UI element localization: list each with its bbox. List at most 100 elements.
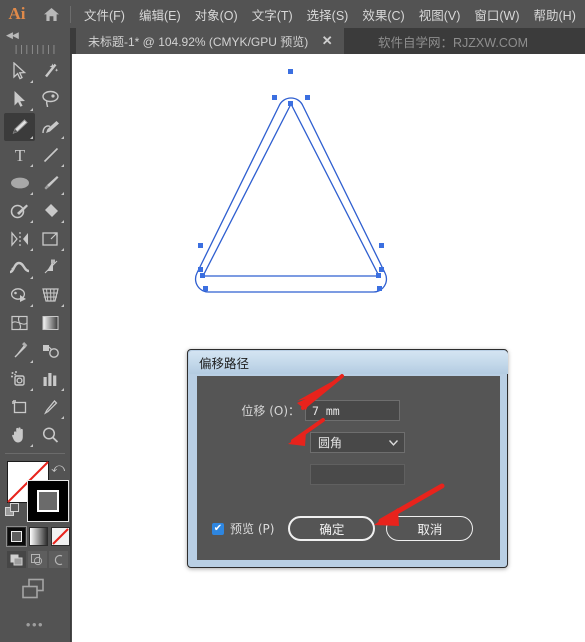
flyout-indicator-icon: [30, 164, 33, 167]
tool-artboard[interactable]: [4, 393, 35, 421]
menu-item-type[interactable]: 文字(T): [245, 0, 300, 28]
dialog-actions: ✔ 预览 (P) 确定 取消: [197, 516, 500, 541]
stroke-swatch[interactable]: [27, 480, 69, 522]
tool-reflect[interactable]: [4, 225, 35, 253]
flyout-indicator-icon: [30, 108, 33, 111]
miter-limit-row: [310, 464, 405, 485]
tool-lasso[interactable]: [35, 85, 66, 113]
tool-slice[interactable]: [35, 393, 66, 421]
draw-behind-button[interactable]: [28, 551, 47, 568]
tool-ellipse[interactable]: [4, 169, 35, 197]
menu-divider: [70, 5, 71, 23]
cancel-button[interactable]: 取消: [386, 516, 474, 541]
flyout-indicator-icon: [61, 388, 64, 391]
offset-path-dialog[interactable]: 偏移路径 位移 (O)： 7 mm 圆角 ✔ 预览 (P) 确定 取消: [187, 349, 508, 568]
tool-gradient[interactable]: [35, 309, 66, 337]
color-mode-buttons: [0, 526, 70, 547]
flyout-indicator-icon: [30, 304, 33, 307]
watermark-text: 软件自学网：RJZXW.COM: [378, 35, 528, 50]
tool-direct-selection[interactable]: [4, 85, 35, 113]
panel-grip[interactable]: ||||||||: [0, 43, 70, 57]
dialog-title: 偏移路径: [199, 357, 250, 371]
tool-zoom[interactable]: [35, 421, 66, 449]
join-row: 圆角: [310, 432, 405, 453]
tool-eyedropper[interactable]: [4, 337, 35, 365]
document-tab[interactable]: 未标题-1* @ 104.92% (CMYK/GPU 预览) ✕: [76, 28, 345, 54]
tool-perspective-grid[interactable]: [35, 281, 66, 309]
tool-eraser[interactable]: [35, 197, 66, 225]
tools-panel: ◀◀ |||||||| T ⤺ •••: [0, 28, 71, 642]
tool-shaper[interactable]: [4, 197, 35, 225]
menu-item-view[interactable]: 视图(V): [412, 0, 468, 28]
home-icon[interactable]: [34, 0, 68, 28]
screen-mode-button[interactable]: [0, 577, 70, 603]
close-icon[interactable]: ✕: [320, 33, 334, 49]
draw-normal-button[interactable]: [7, 551, 26, 568]
flyout-indicator-icon: [61, 136, 64, 139]
flyout-indicator-icon: [30, 192, 33, 195]
tool-selection[interactable]: [4, 57, 35, 85]
dialog-body: 位移 (O)： 7 mm 圆角 ✔ 预览 (P) 确定 取消: [197, 376, 500, 560]
gradient-swatch-button[interactable]: [29, 527, 48, 546]
tool-pen[interactable]: [4, 113, 35, 141]
flyout-indicator-icon: [61, 192, 64, 195]
draw-mode-buttons: [0, 551, 70, 568]
menu-item-file[interactable]: 文件(F): [77, 0, 132, 28]
tool-paintbrush[interactable]: [35, 169, 66, 197]
tool-curvature[interactable]: [35, 113, 66, 141]
tool-hand[interactable]: [4, 421, 35, 449]
fill-stroke-controls: ⤺: [0, 459, 71, 525]
tool-magic-wand[interactable]: [35, 57, 66, 85]
stroke-swatch-inner: [37, 490, 59, 512]
tool-mesh[interactable]: [4, 309, 35, 337]
menu-item-effect[interactable]: 效果(C): [355, 0, 411, 28]
flyout-indicator-icon: [61, 416, 64, 419]
swap-fill-stroke-icon[interactable]: ⤺: [51, 460, 65, 476]
tool-symbol-sprayer[interactable]: [4, 365, 35, 393]
flyout-indicator-icon: [61, 164, 64, 167]
none-swatch-button[interactable]: [51, 527, 70, 546]
flyout-indicator-icon: [30, 220, 33, 223]
tool-divider: [5, 453, 65, 454]
tool-type[interactable]: T: [4, 141, 35, 169]
flyout-indicator-icon: [30, 388, 33, 391]
miter-limit-input[interactable]: [310, 464, 405, 485]
default-fill-stroke-icon[interactable]: [5, 503, 20, 523]
tool-line-segment[interactable]: [35, 141, 66, 169]
menu-item-select[interactable]: 选择(S): [300, 0, 356, 28]
more-tools-icon[interactable]: •••: [0, 617, 70, 632]
flyout-indicator-icon: [61, 304, 64, 307]
tool-free-transform[interactable]: [35, 253, 66, 281]
flyout-indicator-icon: [30, 360, 33, 363]
svg-text:T: T: [14, 146, 25, 164]
offset-row: 位移 (O)： 7 mm: [197, 400, 500, 421]
flyout-indicator-icon: [61, 248, 64, 251]
collapse-panel-icon[interactable]: ◀◀: [0, 28, 70, 43]
tool-scale[interactable]: [35, 225, 66, 253]
menu-bar: Ai 文件(F) 编辑(E) 对象(O) 文字(T) 选择(S) 效果(C) 视…: [0, 0, 585, 28]
checkmark-icon: ✔: [213, 522, 223, 534]
menu-item-window[interactable]: 窗口(W): [467, 0, 526, 28]
dialog-title-bar[interactable]: 偏移路径: [189, 351, 508, 374]
tool-shape-builder[interactable]: [4, 281, 35, 309]
menu-item-object[interactable]: 对象(O): [188, 0, 245, 28]
menu-item-edit[interactable]: 编辑(E): [132, 0, 188, 28]
tool-grid: T: [0, 57, 71, 449]
tool-blend[interactable]: [35, 337, 66, 365]
join-select[interactable]: 圆角: [310, 432, 405, 453]
color-swatch-button[interactable]: [6, 526, 27, 547]
ok-button[interactable]: 确定: [288, 516, 376, 541]
tool-column-graph[interactable]: [35, 365, 66, 393]
offset-input[interactable]: 7 mm: [305, 400, 400, 421]
draw-inside-button[interactable]: [49, 551, 68, 568]
flyout-indicator-icon: [30, 80, 33, 83]
preview-checkbox[interactable]: ✔: [212, 522, 224, 535]
flyout-indicator-icon: [30, 248, 33, 251]
menu-item-help[interactable]: 帮助(H): [527, 0, 583, 28]
offset-label: 位移 (O)：: [241, 404, 300, 418]
tool-width[interactable]: [4, 253, 35, 281]
flyout-indicator-icon: [30, 276, 33, 279]
flyout-indicator-icon: [30, 444, 33, 447]
flyout-indicator-icon: [30, 136, 33, 139]
app-logo: Ai: [8, 4, 26, 23]
